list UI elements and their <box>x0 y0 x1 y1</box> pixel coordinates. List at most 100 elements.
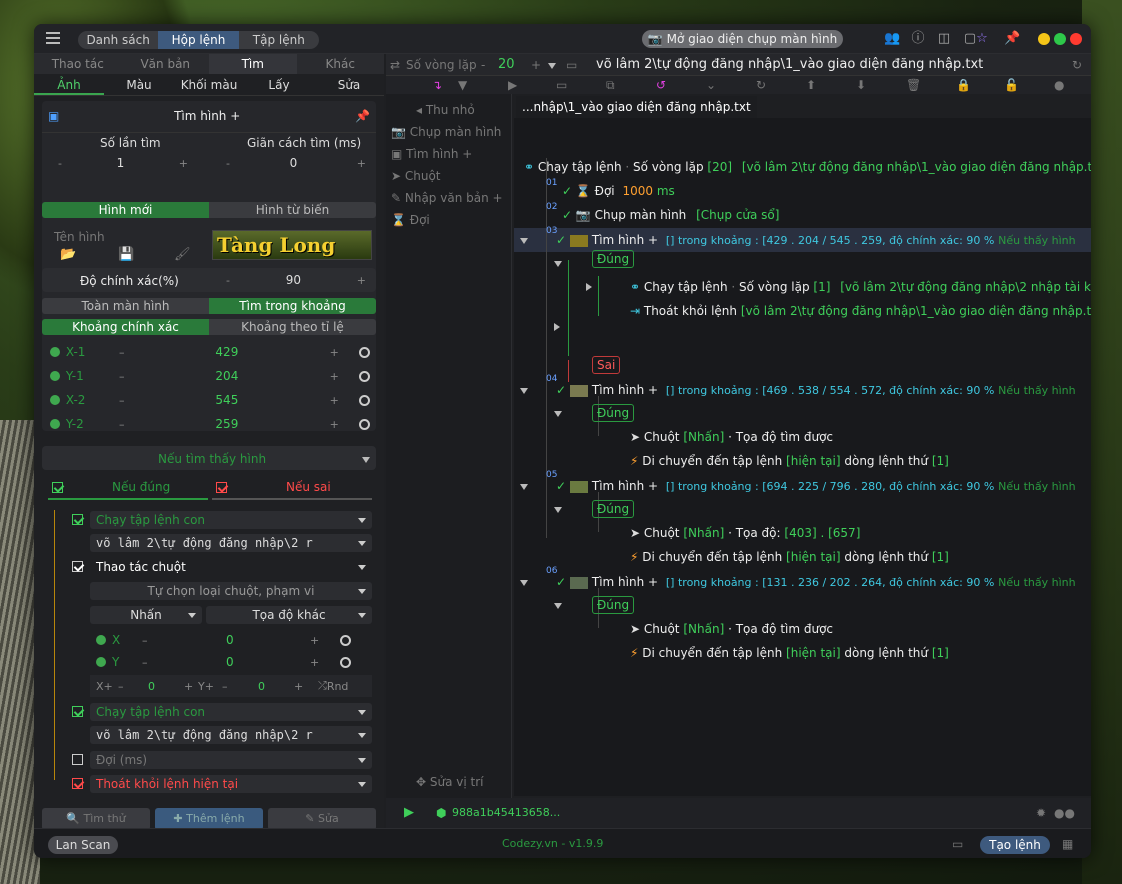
maximize-icon[interactable] <box>1054 33 1066 45</box>
tree-row-find-1[interactable]: ✓ Tìm hình + [] trong khoảng : [429 . 20… <box>520 231 1076 249</box>
toggle[interactable] <box>554 404 562 422</box>
plus-button[interactable]: + <box>330 418 360 431</box>
subtab-mau[interactable]: Màu <box>104 74 174 95</box>
tree-row-mouse[interactable]: ➤ Chuột [Nhấn] · Tọa độ tìm được <box>630 620 833 638</box>
checkbox[interactable] <box>72 561 83 572</box>
create-command-button[interactable]: Tạo lệnh <box>980 836 1050 854</box>
save-icon[interactable]: ▭ <box>952 835 963 853</box>
device-id[interactable]: 988a1b45413658... <box>452 804 560 822</box>
run-sub2-dropdown[interactable]: Chạy tập lệnh con <box>90 703 372 721</box>
coord-type-dropdown[interactable]: Tọa độ khác <box>206 606 372 624</box>
toggle[interactable] <box>554 596 562 614</box>
save-icon[interactable]: 💾 <box>118 246 134 264</box>
tree-row-mouse[interactable]: ➤ Chuột [Nhấn] · Tọa độ tìm được <box>630 428 833 446</box>
pick-radio[interactable] <box>340 656 351 668</box>
record-icon[interactable]: ● <box>1054 76 1064 94</box>
checkbox[interactable] <box>72 514 83 525</box>
run-sub-dropdown[interactable]: Chạy tập lệnh con <box>90 511 372 529</box>
tree-row-goto[interactable]: ⚡ Di chuyển đến tập lệnh [hiện tại] dòng… <box>630 452 949 470</box>
screen-capture-button[interactable]: 📷 Mở giao diện chụp màn hình <box>642 30 843 48</box>
accuracy-stepper[interactable]: -90 + <box>226 269 366 291</box>
tab-image-from-var[interactable]: Hình từ biến <box>209 202 376 218</box>
pick-radio[interactable] <box>359 346 370 358</box>
coord-x2[interactable]: X-2–545 + <box>50 389 370 411</box>
move-down-icon[interactable]: ⬇ <box>856 76 866 94</box>
mouse-x[interactable]: X –0 + <box>96 629 366 651</box>
tree-row-find-4[interactable]: ✓ Tìm hình + [] trong khoảng : [131 . 23… <box>520 573 1076 591</box>
minus-button[interactable]: – <box>119 346 215 359</box>
chevron-down-icon[interactable] <box>548 63 556 69</box>
tab-tim[interactable]: Tìm <box>209 54 297 74</box>
lan-scan-button[interactable]: Lan Scan <box>48 836 118 854</box>
click-type-dropdown[interactable]: Nhấn <box>90 606 202 624</box>
star-icon[interactable]: ☆ <box>974 31 990 47</box>
save-icon[interactable]: ▭ <box>556 76 567 94</box>
trash-icon[interactable]: 🗑 <box>906 76 921 94</box>
pick-radio[interactable] <box>359 370 370 382</box>
tab-if-true[interactable]: Nếu đúng <box>48 478 208 500</box>
wait-dropdown[interactable]: Đợi (ms) <box>90 751 372 769</box>
chevron-right-icon[interactable] <box>554 323 560 331</box>
tab-in-range[interactable]: Tìm trong khoảng <box>209 298 376 314</box>
chevron-down-icon[interactable] <box>554 261 562 267</box>
plus-button[interactable]: + <box>184 680 198 693</box>
tab-hop-lenh[interactable]: Hộp lệnh <box>158 31 239 49</box>
add-command-button[interactable]: ✚ Thêm lệnh <box>155 808 263 830</box>
undo-icon[interactable]: ↺ <box>656 76 666 94</box>
chevron-down-icon[interactable] <box>520 388 528 394</box>
tab-fullscreen[interactable]: Toàn màn hình <box>42 298 209 314</box>
minus-button[interactable]: – <box>142 634 226 647</box>
pick-radio[interactable] <box>359 394 370 406</box>
tab-new-image[interactable]: Hình mới <box>42 202 209 218</box>
tree-row-find-3[interactable]: ✓ Tìm hình + [] trong khoảng : [694 . 22… <box>520 477 1076 495</box>
subtab-anh[interactable]: Ảnh <box>34 74 104 95</box>
tree-row-exit[interactable]: ⇥ Thoát khỏi lệnh [võ lâm 2\tự động đăng… <box>630 302 1091 320</box>
brush-icon[interactable]: 🖌 <box>174 246 191 264</box>
tree-row-wait[interactable]: ✓ ⌛ Đợi 1000 ms <box>562 182 675 200</box>
toggle[interactable] <box>554 254 562 272</box>
plus-button[interactable]: + <box>310 656 340 669</box>
minus-button[interactable]: – <box>119 370 215 383</box>
pick-radio[interactable] <box>359 418 370 430</box>
tree-root[interactable]: ⚭ Chạy tập lệnh · Số vòng lặp [20] [võ l… <box>524 158 1091 176</box>
toggle[interactable] <box>554 318 560 336</box>
tab-ratio-range[interactable]: Khoảng theo tỉ lệ <box>209 319 376 335</box>
lock-icon[interactable]: 🔒 <box>956 76 971 94</box>
script-tab[interactable]: ...nhập\1_vào giao diện đăng nhập.txt <box>516 96 757 118</box>
interval-stepper[interactable]: -0 + <box>226 152 366 174</box>
subtab-lay[interactable]: Lấy <box>244 74 314 95</box>
plus-button[interactable]: + <box>531 56 541 74</box>
tree-row-screenshot[interactable]: ✓ 📷 Chụp màn hình [Chụp cửa sổ] <box>562 206 779 224</box>
checkbox[interactable] <box>216 482 227 493</box>
plus-button[interactable]: + <box>310 634 340 647</box>
chevron-down-icon[interactable] <box>520 580 528 586</box>
exit-dropdown[interactable]: Thoát khỏi lệnh hiện tại <box>90 775 372 793</box>
plus-button[interactable]: + <box>179 157 188 170</box>
tab-khac[interactable]: Khác <box>297 54 385 74</box>
run-sub-path[interactable]: võ lâm 2\tự động đăng nhập\2 r <box>90 534 372 552</box>
mouse-y[interactable]: Y –0 + <box>96 651 366 673</box>
toggle[interactable] <box>586 278 592 296</box>
folder-icon[interactable]: 📂 <box>60 246 76 264</box>
unlock-icon[interactable]: 🔓 <box>1004 76 1019 94</box>
pick-radio[interactable] <box>340 634 351 646</box>
tab-danh-sach[interactable]: Danh sách <box>78 31 158 49</box>
tree-row-run[interactable]: ⚭ Chạy tập lệnh · Số vòng lặp [1] [võ lâ… <box>630 278 1091 296</box>
chevron-down-icon[interactable] <box>520 484 528 490</box>
minus-button[interactable]: – <box>118 680 148 693</box>
pin-icon[interactable]: 📌 <box>1004 31 1020 47</box>
tab-van-ban[interactable]: Văn bản <box>122 54 210 74</box>
chevron-right-icon[interactable] <box>586 283 592 291</box>
copy-icon[interactable]: ⧉ <box>606 76 615 94</box>
plus-button[interactable]: + <box>330 346 360 359</box>
more-icon[interactable]: ●● <box>1054 804 1075 822</box>
chevron-down-icon[interactable] <box>520 238 528 244</box>
plus-button[interactable]: + <box>294 680 318 693</box>
chevron-down-icon[interactable] <box>554 603 562 609</box>
hamburger-menu-icon[interactable] <box>46 32 60 44</box>
minimize-icon[interactable] <box>1038 33 1050 45</box>
refresh-icon[interactable]: ↻ <box>1072 56 1082 74</box>
plus-button[interactable]: + <box>357 274 366 287</box>
tab-if-false[interactable]: Nếu sai <box>212 478 372 500</box>
minus-button[interactable]: - <box>481 56 485 74</box>
